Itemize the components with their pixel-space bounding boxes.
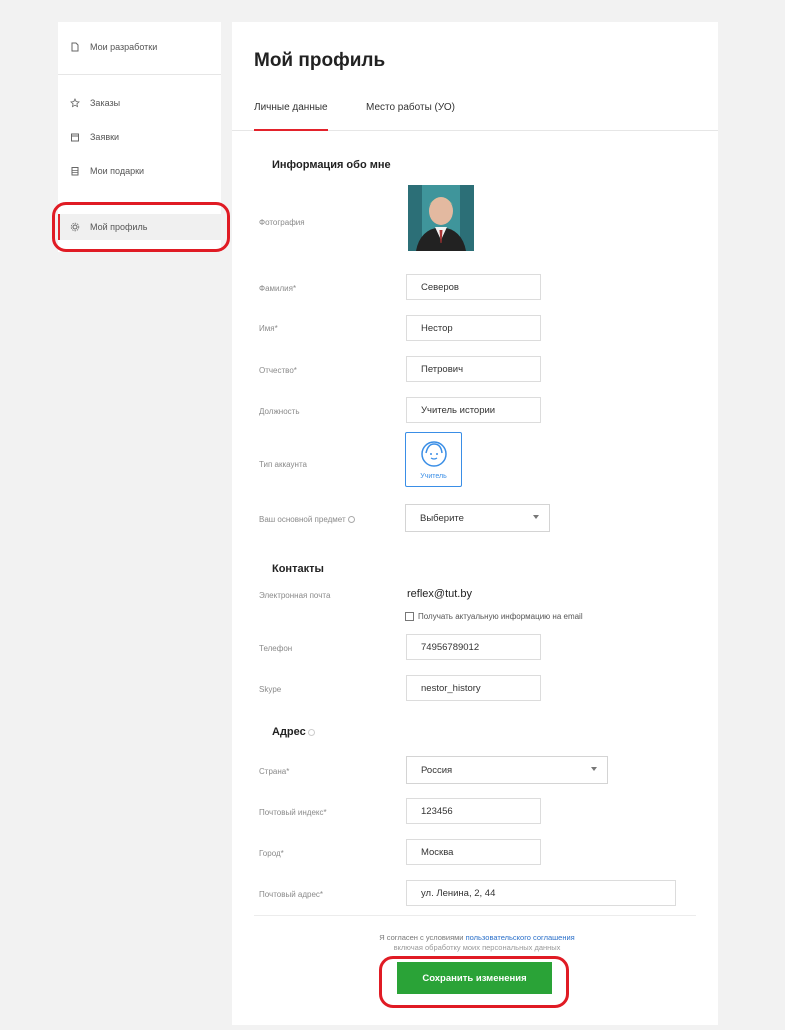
country-select[interactable]: Россия [406, 756, 608, 784]
divider [254, 915, 696, 916]
account-type-teacher-card[interactable]: Учитель [405, 432, 462, 487]
info-icon [307, 728, 315, 736]
zip-field[interactable]: 123456 [406, 798, 541, 824]
photo-label: Фотография [259, 218, 305, 227]
subscribe-checkbox[interactable] [405, 612, 414, 621]
subject-select[interactable]: Выберите [405, 504, 550, 532]
country-label: Страна* [259, 767, 290, 776]
name-label: Имя* [259, 324, 278, 333]
sidebar-item-orders[interactable]: Заказы [58, 90, 221, 116]
skype-field[interactable]: nestor_history [406, 675, 541, 701]
highlight-profile-menu [52, 202, 230, 252]
subscribe-label: Получать актуальную информацию на email [418, 612, 583, 621]
subscribe-option[interactable]: Получать актуальную информацию на email [405, 612, 583, 621]
teacher-icon [421, 441, 447, 467]
chevron-down-icon [591, 767, 597, 771]
surname-label: Фамилия* [259, 284, 297, 293]
document-icon [70, 42, 80, 52]
sidebar-item-label: Мои подарки [90, 166, 145, 176]
sidebar-item-label: Заказы [90, 98, 121, 108]
agreement-prefix: Я согласен с условиями [379, 933, 464, 942]
agreement-suffix: включая обработку моих персональных данн… [393, 943, 561, 952]
profile-panel: Мой профиль Личные данные Место работы (… [232, 22, 718, 1025]
street-field[interactable]: ул. Ленина, 2, 44 [406, 880, 676, 906]
sidebar-item-developments[interactable]: Мои разработки [58, 34, 221, 60]
sidebar-item-gifts[interactable]: Мои подарки [58, 158, 221, 184]
profile-tabs: Личные данные Место работы (УО) [232, 98, 718, 131]
sidebar-item-requests[interactable]: Заявки [58, 124, 221, 150]
chevron-down-icon [533, 515, 539, 519]
city-label: Город* [259, 849, 284, 858]
city-field[interactable]: Москва [406, 839, 541, 865]
avatar [408, 185, 474, 251]
subject-label: Ваш основной предмет [259, 515, 355, 524]
gift-icon [70, 166, 80, 176]
user-agreement-link[interactable]: пользовательского соглашения [466, 933, 575, 942]
calendar-icon [70, 132, 80, 142]
patronymic-label: Отчество* [259, 366, 297, 375]
street-label: Почтовый адрес* [259, 890, 324, 899]
sidebar-item-label: Заявки [90, 132, 120, 142]
zip-label: Почтовый индекс* [259, 808, 327, 817]
sidebar-divider [58, 74, 221, 75]
address-title-text: Адрес [272, 726, 306, 738]
section-title-address: Адрес [272, 726, 315, 738]
subject-select-value: Выберите [420, 512, 464, 524]
patronymic-field[interactable]: Петрович [406, 356, 541, 382]
section-title-contacts: Контакты [272, 563, 324, 575]
position-label: Должность [259, 407, 300, 416]
star-icon [70, 98, 80, 108]
email-value: reflex@tut.by [407, 588, 472, 600]
subject-label-text: Ваш основной предмет [259, 515, 346, 524]
profile-photo[interactable] [408, 185, 474, 251]
phone-field[interactable]: 74956789012 [406, 634, 541, 660]
highlight-save-button [379, 956, 569, 1008]
country-select-value: Россия [421, 764, 453, 776]
sidebar-item-label: Мои разработки [90, 42, 158, 52]
account-type-value: Учитель [420, 473, 447, 480]
skype-label: Skype [259, 685, 282, 694]
phone-label: Телефон [259, 644, 293, 653]
page-title: Мой профиль [254, 50, 386, 71]
surname-field[interactable]: Северов [406, 274, 541, 300]
tab-personal-data[interactable]: Личные данные [254, 100, 328, 131]
account-type-label: Тип аккаунта [259, 460, 307, 469]
email-label: Электронная почта [259, 591, 331, 600]
name-field[interactable]: Нестор [406, 315, 541, 341]
info-icon [347, 516, 355, 524]
tab-workplace[interactable]: Место работы (УО) [366, 100, 455, 131]
position-field[interactable]: Учитель истории [406, 397, 541, 423]
section-title-about: Информация обо мне [272, 159, 391, 171]
